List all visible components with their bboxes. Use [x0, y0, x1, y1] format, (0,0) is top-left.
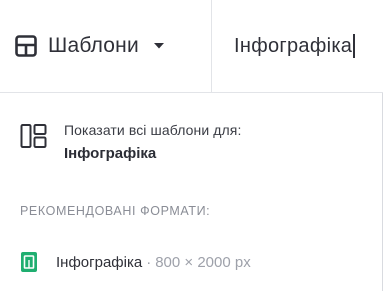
grid-icon — [15, 35, 37, 57]
recommended-formats-heading: РЕКОМЕНДОВАНІ ФОРМАТИ: — [20, 204, 211, 218]
search-input-value: Інфографіка — [234, 34, 353, 57]
search-input[interactable]: Інфографіка — [212, 0, 383, 92]
show-all-query: Інфографіка — [64, 145, 157, 162]
templates-dropdown-button[interactable]: Шаблони — [0, 0, 212, 92]
format-item-infographic[interactable]: Інфографіка · 800 × 2000 px — [0, 242, 383, 282]
format-dimensions: 800 × 2000 px — [155, 253, 251, 271]
format-separator: · — [146, 253, 152, 271]
layout-icon — [20, 124, 47, 148]
templates-button-label: Шаблони — [48, 34, 139, 57]
format-name: Інфографіка — [56, 253, 143, 271]
search-header: Шаблони Інфографіка — [0, 0, 383, 93]
document-icon — [21, 252, 37, 272]
text-cursor — [353, 34, 355, 58]
show-all-templates-option[interactable]: Показати всі шаблони для: Інфографіка — [0, 113, 383, 179]
chevron-down-icon — [153, 43, 164, 49]
show-all-label: Показати всі шаблони для: — [64, 122, 242, 138]
